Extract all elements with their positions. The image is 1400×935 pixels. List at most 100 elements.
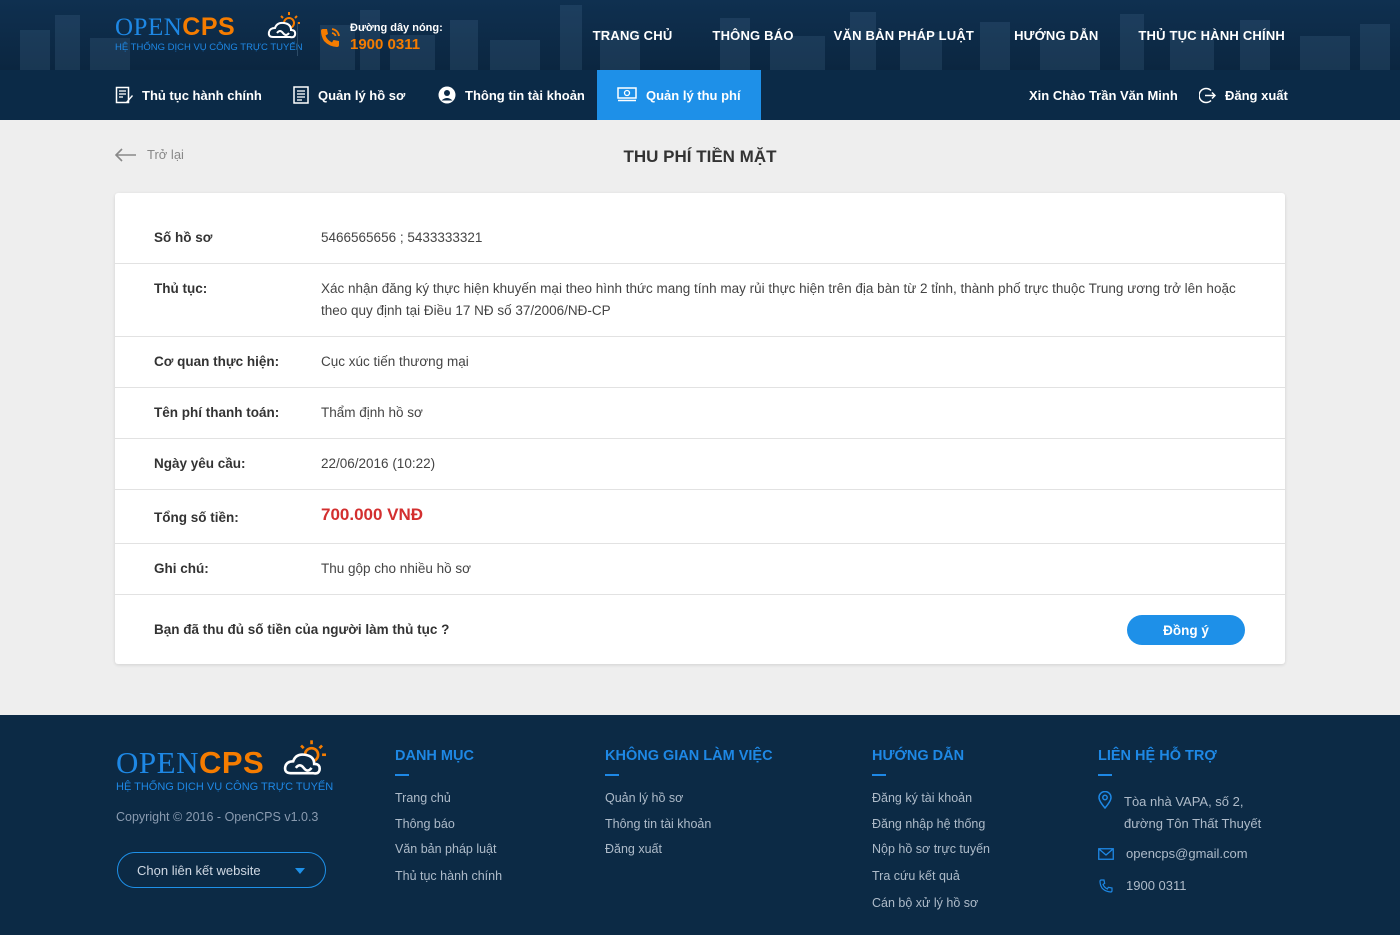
heading-underline (605, 774, 619, 776)
subnav-label: Thông tin tài khoản (465, 87, 585, 103)
user-circle-icon (438, 86, 456, 104)
footer-link[interactable]: Thủ tục hành chính (395, 869, 502, 895)
row-thu-tuc: Thủ tục: Xác nhận đăng ký thực hiện khuy… (115, 264, 1285, 337)
map-pin-icon (1098, 791, 1112, 809)
phone-icon (1099, 879, 1113, 893)
value-ghi-chu: Thu gộp cho nhiều hồ sơ (321, 561, 471, 576)
row-co-quan: Cơ quan thực hiện: Cục xúc tiến thương m… (115, 337, 1285, 388)
value-co-quan: Cục xúc tiến thương mại (321, 354, 469, 369)
value-thu-tuc: Xác nhận đăng ký thực hiện khuyến mại th… (321, 281, 1236, 318)
label-ghi-chu: Ghi chú: (154, 561, 209, 576)
logo-open-text: OPEN (116, 745, 199, 780)
hotline-label: Đường dây nóng: (350, 22, 443, 34)
nav-thu-tuc-hanh-chinh[interactable]: THỦ TỤC HÀNH CHÍNH (1138, 28, 1285, 43)
row-so-ho-so: Số hồ sơ 5466565656 ; 5433333321 (115, 193, 1285, 264)
logout-label: Đăng xuất (1225, 87, 1288, 103)
footer-link[interactable]: Trang chủ (395, 791, 502, 817)
footer-link[interactable]: Quản lý hồ sơ (605, 791, 773, 817)
copyright: Copyright © 2016 - OpenCPS v1.0.3 (116, 810, 319, 824)
logo-open-text: OPEN (115, 14, 183, 41)
cloud-sun-icon (267, 12, 300, 39)
hotline-number[interactable]: 1900 0311 (350, 36, 443, 53)
header-divider (297, 22, 298, 56)
footer-col-danh-muc: DANH MỤC Trang chủ Thông báo Văn bản phá… (395, 748, 502, 895)
logo-cps-text: CPS (182, 13, 236, 41)
email-text: opencps@gmail.com (1126, 846, 1248, 861)
cloud-sun-icon (283, 740, 326, 775)
logout-icon (1199, 87, 1216, 103)
footer-heading: LIÊN HỆ HỖ TRỢ (1098, 748, 1217, 764)
contact-email[interactable]: opencps@gmail.com (1098, 843, 1261, 865)
contact-phone[interactable]: 1900 0311 (1098, 875, 1261, 897)
money-icon (617, 87, 637, 102)
row-ngay-yeu-cau: Ngày yêu cầu: 22/06/2016 (10:22) (115, 439, 1285, 490)
label-ngay-yeu-cau: Ngày yêu cầu: (154, 456, 246, 471)
website-link-select[interactable]: Chọn liên kết website (117, 852, 326, 888)
phone-text: 1900 0311 (1126, 878, 1187, 893)
footer-link[interactable]: Đăng xuất (605, 842, 773, 868)
agree-button[interactable]: Đồng ý (1127, 615, 1245, 645)
confirm-question: Bạn đã thu đủ số tiền của người làm thủ … (154, 622, 450, 637)
payment-detail-card: Số hồ sơ 5466565656 ; 5433333321 Thủ tục… (115, 193, 1285, 664)
subnav-thu-tuc-hanh-chinh[interactable]: Thủ tục hành chính (115, 70, 262, 120)
nav-thong-bao[interactable]: THÔNG BÁO (712, 28, 793, 43)
address-line1: Tòa nhà VAPA, số 2, (1124, 794, 1244, 809)
main-nav: TRANG CHỦ THÔNG BÁO VĂN BẢN PHÁP LUẬT HƯ… (593, 28, 1285, 43)
footer-link[interactable]: Thông báo (395, 817, 502, 843)
subnav-thong-tin-tai-khoan[interactable]: Thông tin tài khoản (438, 70, 585, 120)
label-ten-phi: Tên phí thanh toán: (154, 405, 280, 420)
subnav-label: Quản lý thu phí (646, 87, 741, 103)
mail-icon (1098, 848, 1114, 860)
nav-huong-dan[interactable]: HƯỚNG DẪN (1014, 28, 1098, 43)
footer-link[interactable]: Cán bộ xử lý hồ sơ (872, 896, 990, 922)
heading-underline (872, 774, 886, 776)
page-title: THU PHÍ TIỀN MẶT (623, 147, 777, 166)
footer-col-lien-he: LIÊN HỆ HỖ TRỢ Tòa nhà VAPA, số 2, đường… (1098, 748, 1261, 897)
phone-icon (321, 27, 340, 47)
subnav-label: Thủ tục hành chính (142, 87, 262, 103)
logo-subtitle: HỆ THỐNG DỊCH VỤ CÔNG TRỰC TUYẾN (115, 42, 303, 53)
footer-link[interactable]: Đăng ký tài khoản (872, 791, 990, 817)
logo-subtitle: HỆ THỐNG DỊCH VỤ CÔNG TRỰC TUYẾN (116, 781, 334, 793)
nav-trang-chu[interactable]: TRANG CHỦ (593, 28, 673, 43)
footer-logo[interactable]: OPENCPS HỆ THỐNG DỊCH VỤ CÔNG TRỰC TUYẾN (116, 740, 334, 793)
footer-link[interactable]: Nộp hồ sơ trực tuyến (872, 842, 990, 869)
subnav-label: Quản lý hồ sơ (318, 87, 406, 103)
header-logo[interactable]: OPENCPS HỆ THỐNG DỊCH VỤ CÔNG TRỰC TUYẾN (115, 12, 303, 53)
heading-underline (1098, 774, 1112, 776)
hotline: Đường dây nóng: 1900 0311 (318, 22, 443, 53)
footer-link[interactable]: Thông tin tài khoản (605, 817, 773, 843)
label-thu-tuc: Thủ tục: (154, 281, 208, 296)
logo-cps-text: CPS (198, 745, 265, 780)
logout-button[interactable]: Đăng xuất (1199, 70, 1288, 120)
heading-underline (395, 774, 409, 776)
footer-link[interactable]: Tra cứu kết quả (872, 869, 990, 896)
contact-address: Tòa nhà VAPA, số 2, đường Tôn Thất Thuyế… (1098, 791, 1261, 835)
label-tong-tien: Tổng số tiền: (154, 510, 239, 525)
subnav-quan-ly-thu-phi[interactable]: Quản lý thu phí (597, 70, 761, 120)
subnav-quan-ly-ho-so[interactable]: Quản lý hồ sơ (293, 70, 405, 120)
footer-link[interactable]: Đăng nhập hệ thống (872, 817, 990, 843)
footer-heading: DANH MỤC (395, 748, 474, 764)
footer: OPENCPS HỆ THỐNG DỊCH VỤ CÔNG TRỰC TUYẾN… (0, 715, 1400, 935)
footer-heading: HƯỚNG DẪN (872, 748, 965, 764)
address-line2: đường Tôn Thất Thuyết (1124, 816, 1262, 831)
file-list-icon (293, 86, 309, 104)
greeting-text: Xin Chào Trần Văn Minh (1029, 87, 1178, 103)
document-edit-icon (115, 86, 133, 104)
label-so-ho-so: Số hồ sơ (154, 230, 213, 245)
nav-van-ban-phap-luat[interactable]: VĂN BẢN PHÁP LUẬT (834, 28, 974, 43)
footer-link[interactable]: Văn bản pháp luật (395, 842, 502, 869)
value-so-ho-so: 5466565656 ; 5433333321 (321, 230, 483, 245)
footer-col-khong-gian: KHÔNG GIAN LÀM VIỆC Quản lý hồ sơ Thông … (605, 748, 773, 868)
value-ten-phi: Thẩm định hồ sơ (321, 405, 423, 420)
footer-heading: KHÔNG GIAN LÀM VIỆC (605, 748, 773, 764)
row-tong-tien: Tổng số tiền: 700.000 VNĐ (115, 490, 1285, 544)
footer-col-huong-dan: HƯỚNG DẪN Đăng ký tài khoản Đăng nhập hệ… (872, 748, 990, 922)
greeting: Xin Chào Trần Văn Minh (1029, 70, 1178, 120)
row-ghi-chu: Ghi chú: Thu gộp cho nhiều hồ sơ (115, 544, 1285, 595)
value-tong-tien: 700.000 VNĐ (321, 505, 424, 524)
value-ngay-yeu-cau: 22/06/2016 (10:22) (321, 456, 436, 471)
top-header: OPENCPS HỆ THỐNG DỊCH VỤ CÔNG TRỰC TUYẾN… (0, 0, 1400, 70)
select-label: Chọn liên kết website (137, 862, 261, 878)
